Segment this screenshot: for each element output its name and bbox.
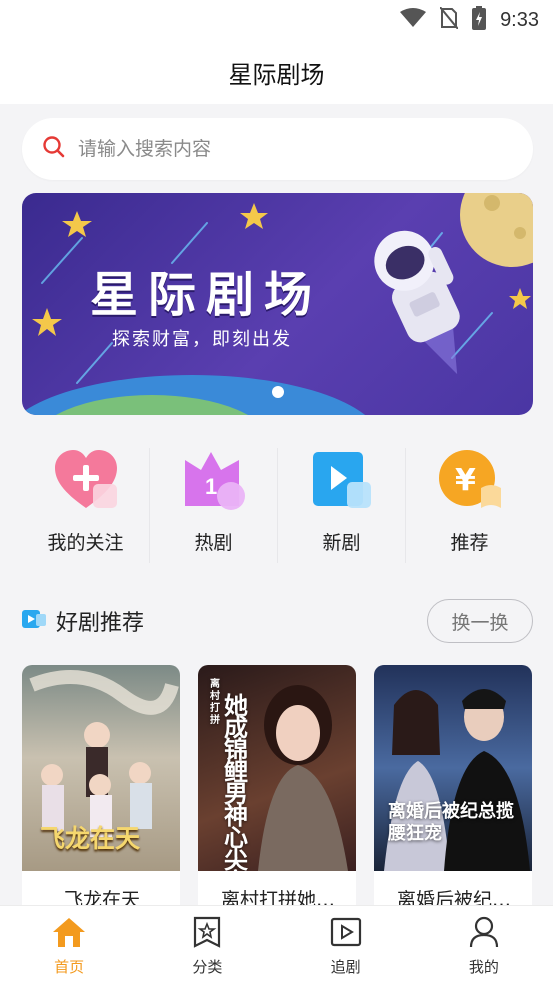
carousel-indicator <box>272 386 284 398</box>
status-bar: 9:33 <box>0 0 553 40</box>
svg-text:1: 1 <box>205 474 217 499</box>
heart-plus-icon <box>53 448 119 516</box>
shortcut-hot[interactable]: 1 热剧 <box>150 448 278 563</box>
tab-label: 分类 <box>192 958 223 976</box>
search-icon[interactable] <box>42 135 66 163</box>
play-box-icon <box>309 448 375 516</box>
status-time: 9:33 <box>500 8 539 31</box>
crown-rank-icon: 1 <box>181 448 247 516</box>
section-title: 好剧推荐 <box>56 611 145 636</box>
bottom-tab-bar: 首页 分类 追剧 我的 <box>0 905 553 983</box>
shortcut-label: 推荐 <box>450 532 489 554</box>
no-sim-icon <box>439 6 459 33</box>
shortcut-grid: 我的关注 1 热剧 新剧 ¥ 推荐 <box>22 448 533 563</box>
banner-title: 星际剧场 <box>90 267 323 323</box>
poster-title: 飞龙在天 <box>40 824 141 853</box>
shortcut-my-follow[interactable]: 我的关注 <box>22 448 150 563</box>
shortcut-label: 新剧 <box>322 532 361 554</box>
drama-section-icon <box>22 608 46 634</box>
banner-carousel[interactable]: 星际剧场 探索财富，即刻出发 <box>22 193 533 415</box>
poster-title: 离婚后被纪总揽腰狂宠 <box>388 801 514 844</box>
poster-title: 她成锦鲤男神心尖宠 <box>224 691 248 872</box>
page-title: 星际剧场 <box>228 60 325 89</box>
wifi-icon <box>400 8 427 32</box>
home-icon <box>52 916 86 952</box>
drama-card[interactable]: 离婚后被纪总揽腰狂宠 离婚后被纪… <box>374 665 532 925</box>
tab-category[interactable]: 分类 <box>138 906 276 983</box>
tab-label: 我的 <box>468 958 499 976</box>
shortcut-recommend[interactable]: ¥ 推荐 <box>406 448 533 563</box>
shortcut-label: 热剧 <box>194 532 233 554</box>
yuan-coin-icon: ¥ <box>437 448 503 516</box>
drama-poster: 飞龙在天 <box>22 665 180 871</box>
refresh-button[interactable]: 换一换 <box>427 599 533 643</box>
tab-home[interactable]: 首页 <box>0 906 138 983</box>
drama-poster: 离村打拼 她成锦鲤男神心尖宠 <box>198 665 356 871</box>
battery-charging-icon <box>472 6 487 34</box>
tab-label: 追剧 <box>330 958 361 976</box>
drama-poster: 离婚后被纪总揽腰狂宠 <box>374 665 532 871</box>
user-icon <box>469 916 499 952</box>
shortcut-new[interactable]: 新剧 <box>278 448 406 563</box>
bookmark-star-icon <box>192 916 222 952</box>
search-input[interactable] <box>78 138 498 160</box>
banner-subtitle: 探索财富，即刻出发 <box>112 329 292 350</box>
drama-list: 飞龙在天 飞龙在天 离村打拼 她成锦鲤男神心尖宠 离村打拼她… <box>22 665 533 925</box>
shortcut-label: 我的关注 <box>47 532 124 554</box>
tab-following[interactable]: 追剧 <box>277 906 415 983</box>
tab-mine[interactable]: 我的 <box>415 906 553 983</box>
search-bar[interactable] <box>22 118 533 180</box>
svg-text:¥: ¥ <box>455 463 476 498</box>
play-square-icon <box>330 916 362 952</box>
tab-label: 首页 <box>54 958 85 976</box>
poster-tag: 离村打拼 <box>210 679 220 726</box>
header: 星际剧场 <box>0 40 553 104</box>
drama-card[interactable]: 飞龙在天 飞龙在天 <box>22 665 180 925</box>
section-header: 好剧推荐 换一换 <box>22 598 533 644</box>
drama-card[interactable]: 离村打拼 她成锦鲤男神心尖宠 离村打拼她… <box>198 665 356 925</box>
